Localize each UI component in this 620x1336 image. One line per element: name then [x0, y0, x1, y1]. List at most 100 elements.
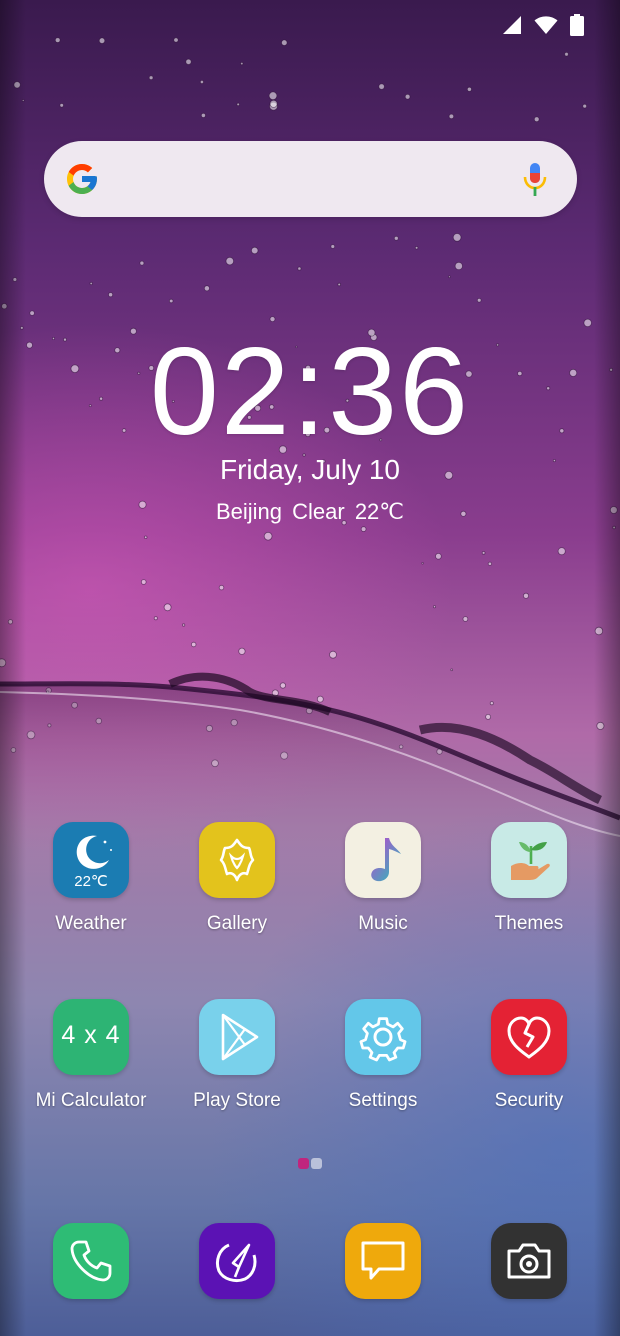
- water-drop: [523, 592, 530, 599]
- app-label-weather: Weather: [55, 913, 127, 934]
- water-drop: [360, 526, 367, 532]
- water-drop: [143, 535, 148, 539]
- water-drop: [421, 562, 424, 565]
- water-drop: [168, 298, 174, 304]
- dock-camera[interactable]: [456, 1223, 602, 1299]
- clock-weather[interactable]: Beijing Clear 22℃: [0, 497, 620, 527]
- app-gallery[interactable]: Gallery: [164, 822, 310, 936]
- water-drop: [139, 260, 145, 266]
- gallery-flower-icon: [199, 822, 275, 898]
- weather-moon-icon: 22℃: [53, 822, 129, 898]
- water-drop: [476, 297, 482, 303]
- clock-hours: 02: [149, 323, 292, 461]
- water-drop: [54, 37, 61, 43]
- water-drop: [564, 52, 569, 57]
- app-label-music: Music: [358, 913, 408, 934]
- app-weather[interactable]: 22℃ Weather: [18, 822, 164, 936]
- water-drop: [533, 116, 540, 123]
- dock-browser[interactable]: [164, 1223, 310, 1299]
- water-drop: [557, 547, 566, 556]
- app-music[interactable]: Music: [310, 822, 456, 936]
- battery-icon: [570, 14, 584, 36]
- app-security[interactable]: Security: [456, 999, 602, 1113]
- water-drop: [240, 61, 244, 66]
- water-drop: [435, 552, 442, 560]
- app-themes[interactable]: Themes: [456, 822, 602, 936]
- water-drop: [182, 623, 186, 627]
- dock-messages[interactable]: [310, 1223, 456, 1299]
- app-label-security: Security: [494, 1090, 564, 1111]
- water-drop: [448, 275, 451, 279]
- water-drop: [330, 244, 336, 249]
- app-label-mi-calculator: Mi Calculator: [35, 1090, 147, 1111]
- app-label-themes: Themes: [494, 913, 564, 934]
- app-label-settings: Settings: [348, 1090, 418, 1111]
- play-store-icon: [199, 999, 275, 1075]
- water-drop: [337, 282, 341, 287]
- water-drop: [582, 103, 587, 109]
- google-search-bar[interactable]: [44, 141, 577, 217]
- water-drop: [108, 292, 114, 298]
- water-drop: [281, 39, 288, 46]
- wifi-icon: [534, 16, 558, 34]
- water-drop: [432, 605, 436, 609]
- water-drop: [414, 246, 419, 250]
- water-drop: [269, 99, 278, 108]
- app-settings[interactable]: Settings: [310, 999, 456, 1113]
- security-heart-icon: [491, 999, 567, 1075]
- water-drop: [59, 103, 64, 108]
- phone-icon: [53, 1223, 129, 1299]
- water-drop: [448, 113, 455, 120]
- weather-icon-temp: 22℃: [74, 873, 108, 890]
- water-drop: [98, 37, 106, 44]
- screen-edge-left: [0, 0, 26, 1336]
- page-dot: [311, 1158, 322, 1169]
- water-drop: [236, 102, 240, 107]
- clock-minutes: 36: [328, 323, 471, 461]
- water-drop: [225, 256, 234, 266]
- water-drop: [140, 579, 147, 585]
- status-bar: [502, 14, 584, 36]
- water-drop: [200, 112, 206, 118]
- water-drop: [218, 584, 225, 591]
- water-drop: [452, 233, 462, 242]
- calculator-icon: 4 x 4: [53, 999, 129, 1075]
- app-play-store[interactable]: Play Store: [164, 999, 310, 1113]
- water-drop: [297, 266, 302, 271]
- cell-signal-icon: [503, 16, 521, 34]
- water-drop: [250, 246, 259, 255]
- page-indicator: [298, 1158, 322, 1169]
- app-mi-calculator[interactable]: 4 x 4 Mi Calculator: [18, 999, 164, 1113]
- app-label-play-store: Play Store: [193, 1090, 281, 1111]
- water-drop: [454, 261, 463, 271]
- screen-edge-right: [594, 0, 620, 1336]
- water-drop: [148, 75, 154, 80]
- water-drop: [393, 235, 399, 241]
- calculator-icon-text: 4 x 4: [61, 1021, 121, 1049]
- water-drop: [163, 603, 172, 612]
- water-drop: [404, 93, 411, 100]
- clock-separator: :: [291, 323, 329, 461]
- clock-time[interactable]: 02:36: [0, 312, 620, 472]
- music-note-icon: [345, 822, 421, 898]
- browser-compass-icon: [199, 1223, 275, 1299]
- water-drop: [89, 281, 93, 286]
- microphone-icon[interactable]: [523, 163, 547, 197]
- clock-date[interactable]: Friday, July 10: [0, 452, 620, 488]
- water-drop: [199, 80, 204, 85]
- water-drop: [203, 285, 210, 292]
- google-g-icon: [67, 164, 97, 194]
- page-dot-active: [298, 1158, 309, 1169]
- water-drop: [173, 37, 179, 43]
- camera-icon: [491, 1223, 567, 1299]
- water-drop: [462, 616, 469, 622]
- app-label-gallery: Gallery: [206, 913, 268, 934]
- dock-phone[interactable]: [18, 1223, 164, 1299]
- water-drop: [481, 551, 486, 555]
- water-drop: [487, 561, 492, 566]
- themes-plant-hand-icon: [491, 822, 567, 898]
- water-drop: [153, 616, 158, 621]
- water-drop: [268, 91, 278, 101]
- message-bubble-icon: [345, 1223, 421, 1299]
- water-drop: [466, 86, 472, 92]
